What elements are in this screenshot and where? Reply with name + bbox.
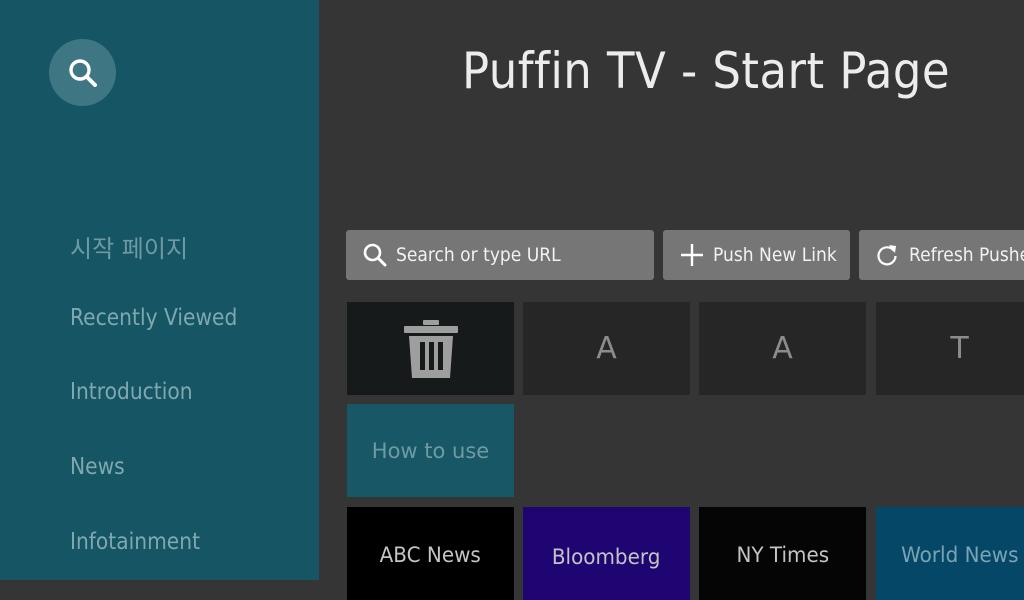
search-icon: [68, 58, 97, 87]
trash-tile[interactable]: [347, 302, 514, 395]
sidebar-item-infotainment[interactable]: Infotainment: [70, 529, 200, 555]
refresh-pushed-links-label: Refresh Pushed Links: [909, 244, 1024, 266]
search-url-input[interactable]: Search or type URL: [346, 230, 654, 280]
push-new-link-label: Push New Link: [713, 244, 837, 266]
refresh-icon: [877, 245, 897, 266]
news-tile-label: NY Times: [736, 543, 829, 567]
news-tile-worldnews[interactable]: World News: [876, 507, 1024, 600]
trash-icon: [403, 319, 458, 378]
page-title: Puffin TV - Start Page: [462, 42, 951, 100]
plus-icon: [681, 244, 703, 266]
sidebar-item-recently-viewed[interactable]: Recently Viewed: [70, 305, 237, 331]
refresh-pushed-links-button[interactable]: Refresh Pushed Links: [859, 230, 1024, 280]
search-url-placeholder: Search or type URL: [396, 244, 561, 266]
push-new-link-button[interactable]: Push New Link: [663, 230, 850, 280]
news-tile-label: World News: [900, 543, 1019, 567]
sidebar-item-news[interactable]: News: [70, 454, 125, 480]
news-tile-label: ABC News: [379, 543, 482, 567]
speed-dial-tile[interactable]: A: [523, 302, 690, 395]
speed-dial-tile[interactable]: T: [876, 302, 1024, 395]
news-tile-label: Bloomberg: [552, 545, 661, 569]
how-to-use-label: How to use: [371, 438, 490, 463]
sidebar-item-introduction[interactable]: Introduction: [70, 379, 193, 405]
news-tile-bloomberg[interactable]: Bloomberg: [523, 507, 690, 600]
news-tile-abc[interactable]: ABC News: [347, 507, 514, 600]
sidebar-search-button[interactable]: [49, 39, 116, 106]
how-to-use-tile[interactable]: How to use: [347, 404, 514, 497]
sidebar-item-start-page[interactable]: 시작 페이지: [70, 229, 188, 264]
speed-dial-tile[interactable]: A: [699, 302, 866, 395]
search-icon: [363, 243, 387, 267]
news-tile-nytimes[interactable]: NY Times: [699, 507, 866, 600]
sidebar: 시작 페이지 Recently Viewed Introduction News…: [0, 0, 319, 580]
